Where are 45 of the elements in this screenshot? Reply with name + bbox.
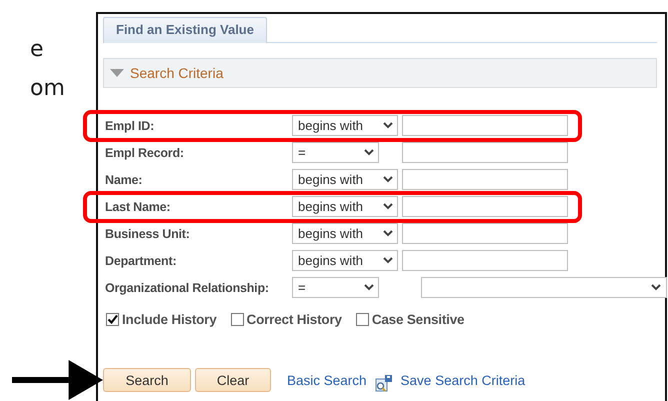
field-label: Business Unit: bbox=[104, 226, 191, 240]
input-field[interactable] bbox=[402, 250, 568, 271]
save-criteria-link[interactable]: Save Search Criteria bbox=[400, 372, 526, 388]
input-field[interactable] bbox=[402, 169, 568, 190]
chevron-down-icon bbox=[383, 230, 393, 237]
field-label: Empl Record: bbox=[104, 146, 185, 160]
value-dropdown[interactable] bbox=[421, 277, 667, 298]
search-button[interactable]: Search bbox=[103, 368, 191, 392]
chevron-down-icon bbox=[364, 284, 374, 291]
field-label: Name: bbox=[104, 172, 144, 186]
operator-dropdown[interactable]: = bbox=[292, 142, 379, 163]
field-label: Last Name: bbox=[104, 200, 172, 214]
field-label: Empl ID: bbox=[104, 118, 156, 132]
document-magnifier-icon bbox=[374, 374, 393, 392]
input-field[interactable] bbox=[402, 223, 568, 244]
operator-dropdown[interactable]: begins with bbox=[292, 115, 398, 136]
document-text: e bbox=[30, 36, 45, 64]
checkbox[interactable] bbox=[356, 313, 369, 326]
checkbox[interactable] bbox=[106, 313, 119, 326]
chevron-down-icon bbox=[383, 203, 393, 210]
checkbox[interactable] bbox=[230, 313, 244, 326]
clear-button[interactable]: Clear bbox=[195, 368, 271, 392]
section-title: Search Criteria bbox=[130, 65, 224, 81]
document-text: om bbox=[30, 75, 66, 103]
tab[interactable]: Find an Existing Value bbox=[103, 17, 267, 43]
input-field[interactable] bbox=[402, 142, 568, 163]
input-field[interactable] bbox=[402, 196, 568, 217]
operator-dropdown[interactable]: begins with bbox=[292, 250, 398, 271]
chevron-down-icon bbox=[383, 122, 393, 129]
section-header[interactable]: Search Criteria bbox=[103, 58, 657, 88]
field-label: Organizational Relationship: bbox=[104, 280, 270, 294]
chevron-down-icon bbox=[651, 284, 661, 291]
field-label: Department: bbox=[104, 254, 178, 268]
input-field[interactable] bbox=[402, 115, 568, 136]
checkbox-label: Include History bbox=[122, 312, 217, 327]
checkbox-label: Correct History bbox=[246, 312, 342, 327]
checkbox-label: Case Sensitive bbox=[372, 312, 464, 327]
basic-search-link[interactable]: Basic Search bbox=[287, 372, 367, 388]
chevron-down-icon bbox=[383, 176, 393, 183]
chevron-down-icon bbox=[383, 257, 393, 264]
operator-dropdown[interactable]: begins with bbox=[292, 223, 398, 244]
operator-dropdown[interactable]: = bbox=[292, 277, 379, 298]
chevron-down-icon bbox=[364, 149, 374, 156]
operator-dropdown[interactable]: begins with bbox=[292, 196, 398, 217]
operator-dropdown[interactable]: begins with bbox=[292, 169, 398, 190]
